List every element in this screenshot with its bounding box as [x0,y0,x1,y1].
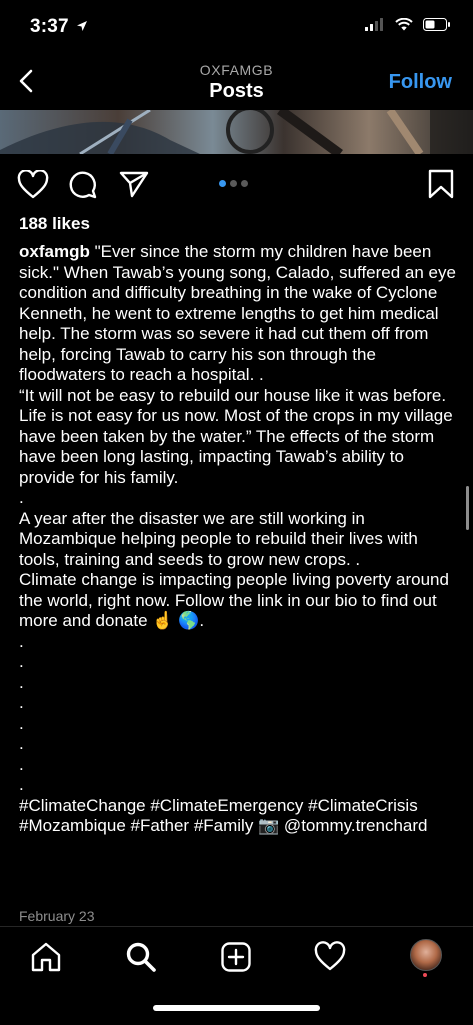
home-indicator[interactable] [153,1005,320,1011]
cellular-signal-icon [365,18,383,31]
caption-dot: . [19,631,24,651]
carousel-dot [230,180,237,187]
battery-icon [423,18,450,31]
caption-dot: . [19,734,24,753]
caption-dot: . [19,652,24,671]
post-photo[interactable] [0,110,473,154]
caption-dot: . [19,713,24,733]
caption-paragraph: A year after the disaster we are still w… [19,508,418,569]
profile-avatar[interactable] [410,939,442,971]
post-date: February 23 [19,908,95,924]
carousel-dot [241,180,248,187]
caption-dot: . [19,672,24,692]
bookmark-icon[interactable] [428,169,454,199]
caption-text: "Ever since the storm my children have b… [19,242,456,384]
likes-count[interactable]: 188 likes [19,214,90,234]
caption-paragraph: oxfamgb "Ever since the storm my childre… [19,242,459,386]
post-caption: oxfamgb "Ever since the storm my childre… [19,242,459,837]
caption-dot: . [19,693,24,712]
comment-icon[interactable] [68,170,98,200]
caption-paragraph: “It will not be easy to rebuild our hous… [19,385,453,487]
caption-hashtags[interactable]: #ClimateChange #ClimateEmergency #Climat… [19,796,459,837]
heart-icon[interactable] [17,170,49,200]
caption-username[interactable]: oxfamgb [19,242,90,261]
post-actions [0,164,473,206]
carousel-dot-active [219,180,226,187]
share-icon[interactable] [119,170,149,198]
carousel-indicator [219,180,248,187]
activity-heart-icon[interactable] [314,941,346,973]
caption-dot: . [19,775,24,794]
wifi-icon [395,18,413,31]
search-icon[interactable] [125,941,157,973]
status-time-text: 3:37 [30,16,69,37]
home-icon[interactable] [30,941,62,973]
nav-header: OXFAMGB Posts Follow [0,58,473,110]
status-bar: 3:37 [0,0,473,58]
status-icons [365,18,451,31]
new-post-icon[interactable] [220,941,252,973]
status-time: 3:37 [30,16,88,38]
caption-paragraph: Climate change is impacting people livin… [19,570,449,630]
follow-button[interactable]: Follow [389,71,452,94]
caption-dot: . [19,488,24,507]
scrollbar[interactable] [466,486,469,530]
notification-dot [423,973,427,977]
caption-dot: . [19,754,24,774]
location-arrow-icon [77,21,88,31]
post-photo-image [0,110,473,154]
